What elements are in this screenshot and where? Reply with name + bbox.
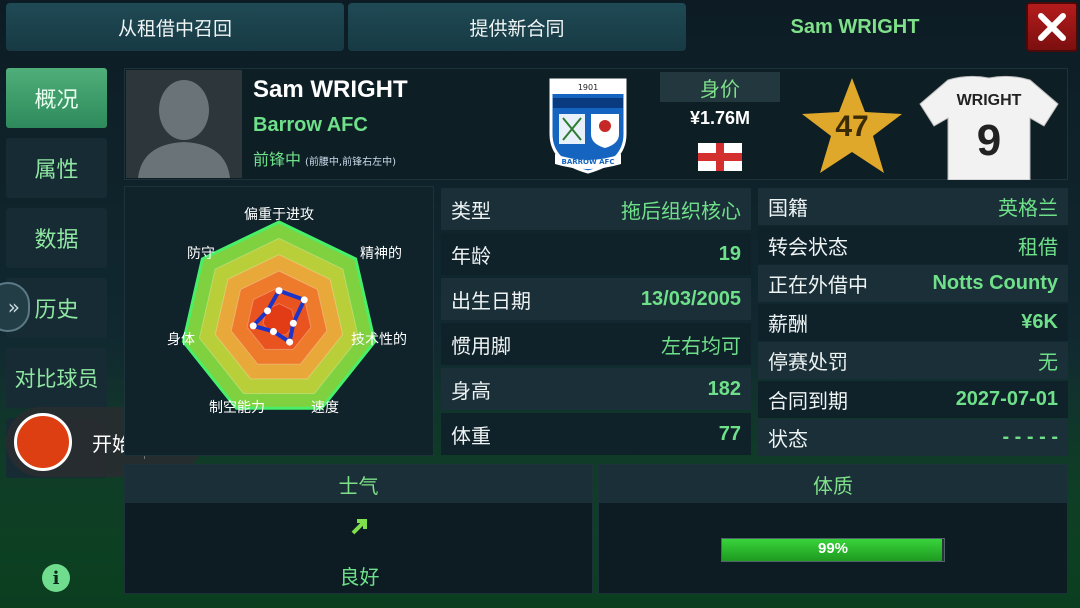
screen-title: Sam WRIGHT [790,15,920,38]
fitness-title: 体质 [599,465,1067,503]
contract-value: 2027-07-01 [955,387,1058,410]
sidebar-item-compare[interactable]: 对比球员 [6,348,107,408]
contract-row: 合同到期 2027-07-01 [758,380,1068,418]
bio-key: 身高 [451,378,491,403]
contract-row: 国籍 英格兰 [758,188,1068,225]
attribute-radar: 偏重于进攻精神的技术性的速度 制空能力 身体 防守 [124,186,434,456]
contract-value: 租借 [1018,234,1058,259]
shirt-number: 9 [976,116,1002,165]
bio-row: 体重 77 [441,413,751,455]
morale-value: 良好 [339,565,380,589]
radar-label: 精神的 [360,246,402,262]
bio-value: 19 [718,242,741,265]
bio-key: 年龄 [451,243,491,268]
radar-point [249,322,257,330]
bio-value: 左右均可 [661,333,741,358]
contract-key: 停赛处罚 [768,350,848,374]
fitness-percent: 99% [817,540,849,557]
contract-key: 正在外借中 [768,273,868,297]
radar-point [269,327,277,335]
radar-point [264,307,272,315]
contract-value: 英格兰 [998,196,1058,220]
radar-label: 速度 [311,400,339,416]
bio-key: 出生日期 [451,288,531,313]
player-club[interactable]: Barrow AFC [253,114,368,137]
sidebar-item-attributes[interactable]: 属性 [6,138,107,198]
radar-label: 制空能力 [209,400,265,416]
player-name: Sam WRIGHT [253,76,408,103]
player-position: 前锋中 (前腰中,前锋右左中) [253,150,396,169]
club-crest[interactable]: 1901 BARROW AFC [547,74,629,174]
market-value-amount: ¥1.76M [689,108,751,128]
bio-row: 惯用脚 左右均可 [441,323,751,365]
bio-value: 182 [707,377,741,400]
bio-row: 身高 182 [441,368,751,410]
player-portrait [126,70,242,178]
svg-text:BARROW AFC: BARROW AFC [562,158,615,166]
info-icon[interactable]: i [42,564,70,592]
svg-text:1901: 1901 [578,83,598,92]
contract-key: 薪酬 [768,311,808,336]
contract-value: Notts County [932,272,1058,294]
contract-key: 合同到期 [768,388,848,413]
radar-label: 技术性的 [351,332,407,348]
player-rating: 47 [835,110,869,143]
recall-from-loan-button[interactable]: 从租借中召回 [6,3,344,51]
radar-label: 身体 [167,332,195,348]
fitness-panel: 体质 [598,464,1068,594]
bio-row: 出生日期 13/03/2005 [441,278,751,320]
radar-point [275,287,283,295]
arrow-up-right-icon [351,519,367,535]
radar-point [300,296,308,304]
close-button[interactable] [1026,2,1078,52]
contract-row: 停赛处罚 无 [758,342,1068,379]
silhouette-icon [126,70,242,178]
contract-row: 薪酬 ¥6K [758,303,1068,341]
close-icon [1038,13,1066,41]
bio-value: 拖后组织核心 [621,198,741,223]
contract-key: 状态 [768,427,808,451]
double-chevron-right-icon: » [7,295,20,319]
bio-key: 类型 [451,198,491,223]
offer-new-contract-button[interactable]: 提供新合同 [348,3,686,51]
contract-value: 无 [1038,350,1058,374]
morale-panel: 士气 良好 [124,464,593,594]
sidebar-item-stats[interactable]: 数据 [6,208,107,268]
bio-value: 13/03/2005 [640,287,741,310]
bio-key: 体重 [451,423,491,448]
contract-row: 转会状态 租借 [758,226,1068,264]
bio-row: 年龄 19 [441,233,751,275]
england-flag-icon [698,143,742,171]
bio-key: 惯用脚 [451,333,511,358]
radar-label: 偏重于进攻 [244,207,314,223]
radar-point [289,319,297,327]
contract-row: 状态 - - - - - [758,419,1068,456]
contract-value: - - - - - [1002,426,1058,448]
radar-chart: 偏重于进攻精神的技术性的速度 制空能力 身体 防守 [167,207,407,416]
bio-value: 77 [718,422,741,445]
bio-row: 类型 拖后组织核心 [441,188,751,230]
shirt-name: WRIGHT [956,92,1022,109]
record-button[interactable] [14,413,72,471]
market-value-box: 身价 ¥1.76M [660,72,780,132]
radar-label: 防守 [187,246,215,262]
morale-title: 士气 [125,465,592,503]
contract-value: ¥6K [1021,310,1058,333]
contract-key: 转会状态 [768,234,848,259]
radar-point [286,338,294,346]
sidebar-item-overview[interactable]: 概况 [6,68,107,128]
market-value-label: 身价 [660,72,780,102]
contract-key: 国籍 [768,196,808,220]
contract-row: 正在外借中 Notts County [758,265,1068,302]
